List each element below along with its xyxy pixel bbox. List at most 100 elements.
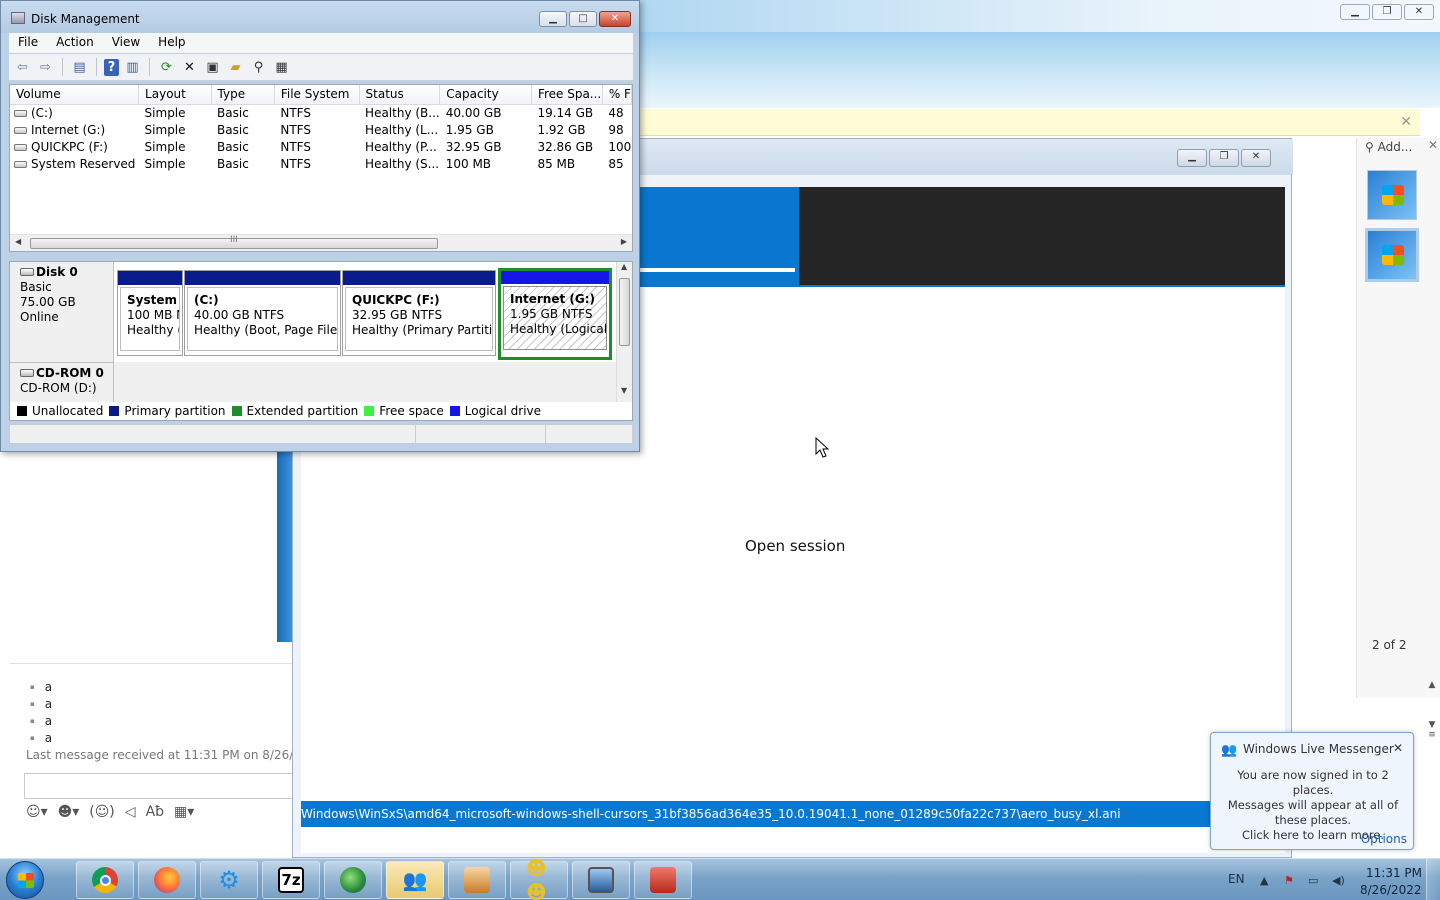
drive-icon bbox=[14, 143, 27, 151]
minimize-button[interactable]: ▁ bbox=[1177, 149, 1207, 167]
properties-icon[interactable]: ▣ bbox=[203, 58, 222, 77]
volume-table: Volume Layout Type File System Status Ca… bbox=[10, 85, 632, 172]
partition-quickpc-f[interactable]: QUICKPC (F:) 32.95 GB NTFS Healthy (Prim… bbox=[342, 270, 496, 356]
menu-help[interactable]: Help bbox=[149, 33, 194, 53]
scroll-left-icon[interactable]: ◀ bbox=[15, 237, 21, 246]
column-header-status[interactable]: Status bbox=[359, 85, 441, 105]
menu-action[interactable]: Action bbox=[47, 33, 103, 53]
scrollbar-thumb[interactable] bbox=[619, 278, 630, 346]
scroll-right-icon[interactable]: ▶ bbox=[621, 237, 627, 246]
table-row[interactable]: Internet (G:) Simple Basic NTFS Healthy … bbox=[10, 121, 632, 138]
column-header-percent-free[interactable]: % F bbox=[602, 85, 632, 105]
scroll-up-icon[interactable]: ▲ bbox=[621, 262, 627, 271]
contact-thumbnail-selected[interactable] bbox=[1365, 228, 1419, 282]
notification-options-link[interactable]: Options bbox=[1361, 832, 1407, 846]
table-row[interactable]: QUICKPC (F:) Simple Basic NTFS Healthy (… bbox=[10, 138, 632, 155]
start-button[interactable] bbox=[6, 861, 44, 899]
forward-arrow-icon[interactable]: ⇨ bbox=[36, 58, 55, 77]
open-session-text[interactable]: Open session bbox=[745, 537, 845, 555]
restore-button[interactable]: ❐ bbox=[1209, 149, 1239, 167]
cdrom-area[interactable] bbox=[114, 362, 618, 402]
legend-label: Unallocated bbox=[32, 404, 104, 418]
search-icon[interactable]: ⚲ bbox=[249, 58, 268, 77]
vertical-scrollbar[interactable]: ▲ ▼ bbox=[616, 262, 632, 402]
show-hide-pane-icon[interactable]: ▥ bbox=[123, 58, 142, 77]
seven-zip-icon: 7z bbox=[278, 867, 304, 893]
taskbar-disk-management[interactable] bbox=[634, 861, 692, 899]
network-tray-icon[interactable]: ▲ bbox=[1260, 874, 1274, 887]
close-button[interactable]: ✕ bbox=[599, 11, 631, 27]
column-header-capacity[interactable]: Capacity bbox=[439, 85, 532, 105]
volume-icon[interactable]: ◀) bbox=[1332, 874, 1346, 887]
conversation-scrollbar[interactable]: ▲ ▼ ≡ bbox=[1424, 680, 1440, 760]
clock-date[interactable]: 8/26/2022 bbox=[1360, 883, 1422, 897]
minimize-button[interactable]: ▁ bbox=[539, 11, 567, 27]
menu-view[interactable]: View bbox=[103, 33, 149, 53]
close-button[interactable]: ✕ bbox=[1241, 149, 1271, 167]
info-bar-close-icon[interactable]: ✕ bbox=[1400, 114, 1412, 130]
show-desktop-button[interactable] bbox=[1426, 859, 1440, 900]
emoticon-icon[interactable]: ☺▾ bbox=[26, 804, 48, 820]
horizontal-scrollbar[interactable]: ◀ III ▶ bbox=[10, 234, 632, 251]
toolbox-red-icon bbox=[650, 867, 676, 893]
disk0-label[interactable]: Disk 0 Basic 75.00 GB Online bbox=[10, 262, 114, 362]
add-link[interactable]: ⚲ Add... bbox=[1365, 140, 1412, 154]
action-center-flag-icon[interactable]: ⚑ bbox=[1284, 874, 1298, 887]
open-folder-icon[interactable]: ▰ bbox=[226, 58, 245, 77]
taskbar-network-app[interactable] bbox=[324, 861, 382, 899]
voice-clip-icon[interactable]: ◁ bbox=[125, 804, 136, 820]
taskbar-contacts-app[interactable]: ☻☻ bbox=[510, 856, 568, 900]
cdrom0-label[interactable]: CD-ROM 0 CD-ROM (D:) bbox=[10, 362, 114, 402]
column-header-free-space[interactable]: Free Spa... bbox=[531, 85, 603, 105]
help-icon[interactable]: ? bbox=[104, 58, 119, 76]
restore-button[interactable]: ❐ bbox=[1372, 4, 1402, 20]
font-icon[interactable]: Aƀ bbox=[146, 804, 164, 820]
remote-dark-panel bbox=[799, 187, 1285, 287]
maximize-button[interactable]: □ bbox=[569, 11, 597, 27]
taskbar-messenger[interactable]: 👥 bbox=[386, 861, 444, 899]
cdrom-name: CD-ROM 0 bbox=[36, 366, 104, 380]
pane-close-icon[interactable]: ✕ bbox=[1428, 138, 1438, 152]
refresh-icon[interactable]: ⟳ bbox=[157, 58, 176, 77]
background-icon[interactable]: ▦▾ bbox=[174, 804, 194, 820]
taskbar-7zip[interactable]: 7z bbox=[262, 861, 320, 899]
settings-grid-icon[interactable]: ▦ bbox=[272, 58, 291, 77]
contact-thumbnail[interactable] bbox=[1367, 170, 1417, 220]
taskbar-firefox[interactable] bbox=[138, 861, 196, 899]
remote-status-path: Windows\WinSxS\amd64_microsoft-windows-s… bbox=[301, 801, 1285, 827]
message-input[interactable] bbox=[24, 773, 292, 799]
back-arrow-icon[interactable]: ⇦ bbox=[13, 58, 32, 77]
partition-c[interactable]: (C:) 40.00 GB NTFS Healthy (Boot, Page F… bbox=[184, 270, 341, 356]
menu-file[interactable]: File bbox=[9, 33, 47, 53]
messenger-notification[interactable]: 👥 Windows Live Messenger ✕ You are now s… bbox=[1210, 732, 1414, 850]
nudge-icon[interactable]: (☺) bbox=[89, 804, 115, 820]
partition-size: 100 MB N bbox=[127, 308, 180, 322]
console-tree-icon[interactable]: ▤ bbox=[70, 58, 89, 77]
table-row[interactable]: System Reserved Simple Basic NTFS Health… bbox=[10, 155, 632, 172]
language-indicator[interactable]: EN bbox=[1228, 872, 1245, 886]
taskbar-chrome[interactable] bbox=[76, 861, 134, 899]
taskbar-settings-app[interactable]: ⚙ bbox=[200, 861, 258, 899]
notification-close-icon[interactable]: ✕ bbox=[1393, 741, 1403, 755]
column-header-layout[interactable]: Layout bbox=[138, 85, 212, 105]
window-title: Disk Management bbox=[31, 12, 140, 26]
scroll-down-icon[interactable]: ▼ bbox=[621, 386, 627, 395]
clock-time[interactable]: 11:31 PM bbox=[1366, 866, 1422, 880]
table-row[interactable]: (C:) Simple Basic NTFS Healthy (B... 40.… bbox=[10, 104, 632, 121]
column-header-volume[interactable]: Volume bbox=[10, 85, 140, 105]
legend-label: Primary partition bbox=[124, 404, 226, 418]
list-item: a bbox=[30, 731, 52, 748]
column-header-file-system[interactable]: File System bbox=[274, 85, 360, 105]
display-tray-icon[interactable]: ▭ bbox=[1308, 874, 1322, 887]
partition-system-reserved[interactable]: System R 100 MB N Healthy (S bbox=[117, 270, 183, 356]
close-button[interactable]: ✕ bbox=[1404, 4, 1434, 20]
cell-percent-free: 100 bbox=[608, 139, 632, 154]
wink-icon[interactable]: ☻▾ bbox=[58, 804, 80, 820]
partition-internet-g[interactable]: Internet (G:) 1.95 GB NTFS Healthy (Logi… bbox=[498, 268, 612, 360]
delete-icon[interactable]: ✕ bbox=[180, 58, 199, 77]
taskbar-tools-app[interactable] bbox=[448, 861, 506, 899]
legend-item: Primary partition bbox=[109, 404, 226, 418]
column-header-type[interactable]: Type bbox=[211, 85, 275, 105]
minimize-button[interactable]: ▁ bbox=[1340, 4, 1370, 20]
taskbar-remote-desktop[interactable] bbox=[572, 861, 630, 899]
